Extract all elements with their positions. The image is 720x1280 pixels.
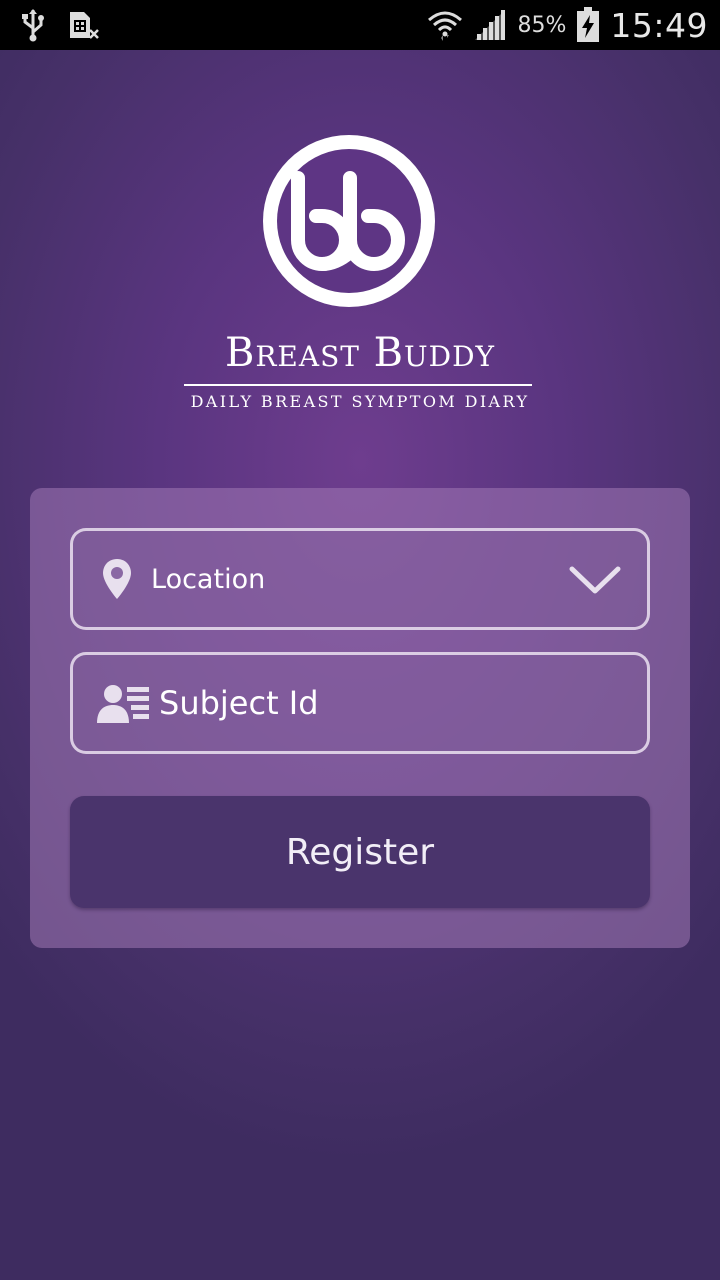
person-card-icon — [97, 685, 149, 723]
brand-name: Breast Buddy — [224, 330, 496, 376]
battery-percent: 85% — [517, 12, 567, 38]
app-screen: 85% 15:49 Breast Buddy DAILY BREAST SYMP… — [0, 0, 720, 1280]
wifi-icon — [428, 11, 463, 41]
location-dropdown[interactable]: Location — [70, 528, 650, 630]
subject-id-input[interactable]: Subject Id — [70, 652, 650, 754]
register-button[interactable]: Register — [70, 796, 650, 908]
usb-icon — [22, 9, 44, 42]
location-value: Location — [151, 563, 266, 595]
battery-charging-icon — [577, 7, 600, 42]
sim-card-icon — [70, 12, 99, 39]
status-time: 15:49 — [610, 5, 708, 45]
signal-icon — [475, 10, 506, 40]
location-pin-icon — [103, 559, 131, 599]
chevron-down-icon — [569, 566, 621, 594]
brand-tagline: DAILY BREAST SYMPTOM DIARY — [190, 392, 530, 411]
subject-id-placeholder: Subject Id — [159, 684, 319, 722]
bb-logo-icon — [263, 135, 435, 307]
status-bar: 85% 15:49 — [0, 0, 720, 50]
status-left — [20, 8, 122, 42]
registration-card: Location Subject Id Register — [30, 488, 690, 948]
brand-divider — [184, 384, 532, 386]
status-right: 85% 15:49 — [417, 6, 708, 45]
